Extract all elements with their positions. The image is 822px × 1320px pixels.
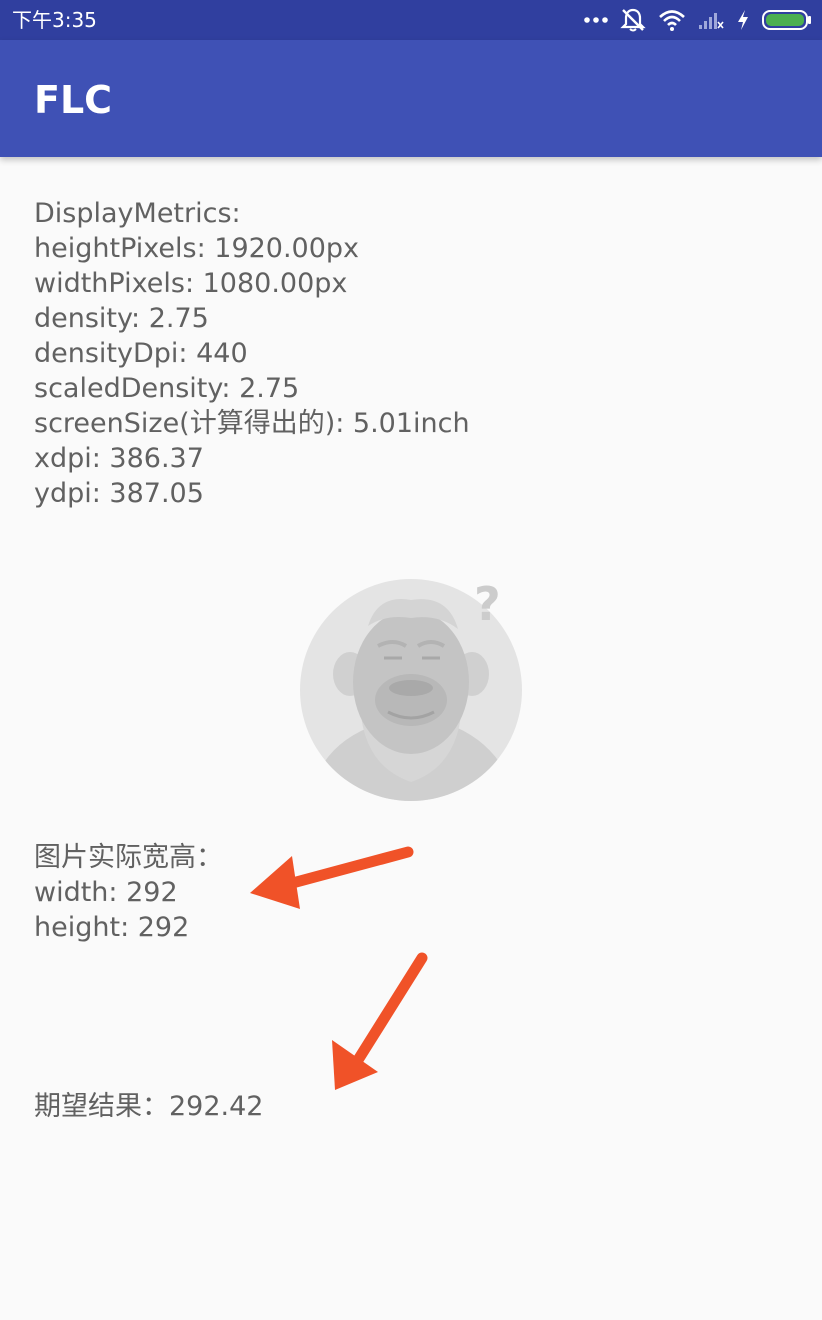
status-icons — [584, 6, 812, 34]
density-dpi-line: densityDpi: 440 — [34, 338, 248, 369]
app-title: FLC — [34, 78, 113, 122]
expected-result-text: 期望结果：292.42 — [34, 1091, 264, 1122]
signal-icon — [698, 10, 724, 30]
xdpi-line: xdpi: 386.37 — [34, 443, 204, 474]
annotation-arrow-lower — [332, 952, 428, 1090]
image-size-heading: 图片实际宽高： — [34, 842, 223, 873]
scaled-density-line: scaledDensity: 2.75 — [34, 373, 300, 404]
metrics-heading: DisplayMetrics: — [34, 198, 241, 229]
width-pixels-line: widthPixels: 1080.00px — [34, 268, 348, 299]
status-bar: 下午3:35 — [0, 0, 822, 40]
annotation-arrow-upper — [250, 846, 414, 909]
status-time: 下午3:35 — [12, 8, 97, 32]
ydpi-line: ydpi: 387.05 — [34, 478, 204, 509]
density-line: density: 2.75 — [34, 303, 209, 334]
image-size-text: 图片实际宽高： width: 292 height: 292 — [34, 840, 223, 945]
more-dots-icon — [584, 15, 608, 25]
display-metrics-text: DisplayMetrics: heightPixels: 1920.00px … — [34, 196, 470, 511]
charging-bolt-icon — [736, 9, 750, 31]
svg-text:?: ? — [474, 577, 501, 631]
wifi-icon — [658, 9, 686, 31]
height-pixels-line: heightPixels: 1920.00px — [34, 233, 360, 264]
placeholder-avatar-image: ? — [298, 574, 528, 804]
screen-size-line: screenSize(计算得出的): 5.01inch — [34, 408, 470, 439]
mute-bell-icon — [620, 7, 646, 33]
battery-icon — [762, 10, 812, 30]
image-height-line: height: 292 — [34, 912, 190, 943]
app-bar: FLC — [0, 40, 822, 157]
image-width-line: width: 292 — [34, 877, 178, 908]
